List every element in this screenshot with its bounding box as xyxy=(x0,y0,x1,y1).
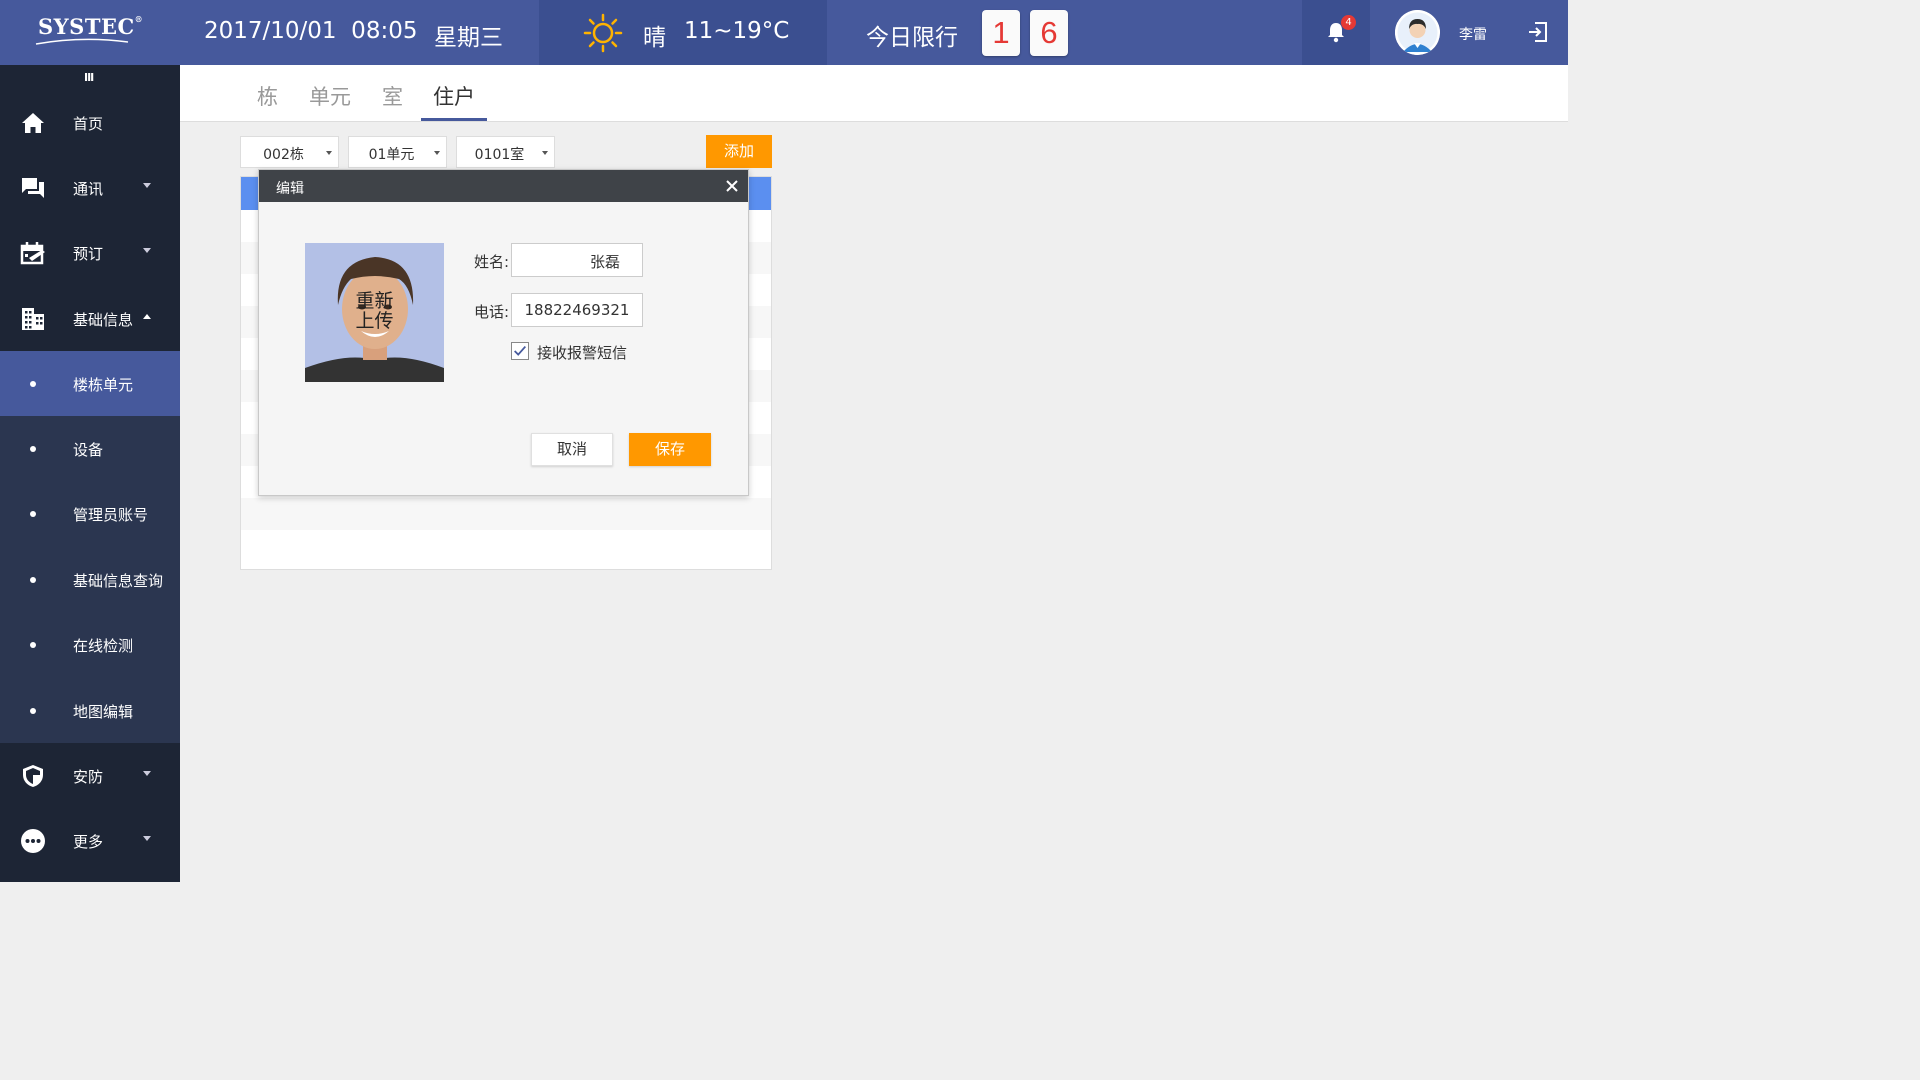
table-row[interactable] xyxy=(241,498,771,530)
cancel-button[interactable]: 取消 xyxy=(531,433,613,466)
limit-number-1: 1 xyxy=(982,10,1020,56)
sun-icon xyxy=(583,13,623,53)
chevron-down-icon xyxy=(143,183,151,188)
tab-resident[interactable]: 住户 xyxy=(433,81,475,111)
logout-icon[interactable] xyxy=(1526,20,1550,44)
phone-field[interactable]: 18822469321 xyxy=(511,293,643,327)
bullet-icon xyxy=(30,708,36,714)
dropdown-arrow-icon xyxy=(434,151,440,155)
save-button[interactable]: 保存 xyxy=(629,433,711,466)
bullet-icon xyxy=(30,642,36,648)
datetime: 2017/10/01 08:05 xyxy=(204,18,418,44)
sidebar-item-more[interactable]: 更多 xyxy=(0,808,180,873)
sidebar-item-label: 通讯 xyxy=(73,180,104,198)
active-tab-indicator xyxy=(421,118,487,121)
logo: SYSTEC® xyxy=(38,14,144,39)
bullet-icon xyxy=(30,446,36,452)
avatar[interactable] xyxy=(1395,10,1440,55)
sidebar-item-label: 基础信息 xyxy=(73,311,134,329)
sidebar-subitem-building-unit[interactable]: 楼栋单元 xyxy=(0,351,180,416)
dialog-header: 编辑 xyxy=(259,170,748,202)
weather-condition: 晴 xyxy=(643,25,666,51)
weather-panel: 晴 11~19°C xyxy=(539,0,827,65)
sidebar-subitem-device[interactable]: 设备 xyxy=(0,416,180,481)
tab-building[interactable]: 栋 xyxy=(257,81,278,111)
sidebar-item-label: 安防 xyxy=(73,768,104,786)
tab-unit[interactable]: 单元 xyxy=(309,81,351,111)
chevron-up-icon xyxy=(143,314,151,319)
unit-select-value: 01单元 xyxy=(368,147,415,163)
sidebar-subitem-label: 在线检测 xyxy=(73,637,134,655)
sidebar-subitem-label: 楼栋单元 xyxy=(73,376,134,394)
shield-icon xyxy=(23,765,43,787)
sidebar-item-security[interactable]: 安防 xyxy=(0,743,180,808)
sidebar-subitem-label: 基础信息查询 xyxy=(73,572,164,590)
sidebar-item-home[interactable]: 首页 xyxy=(0,90,180,155)
sidebar-subitem-map-edit[interactable]: 地图编辑 xyxy=(0,678,180,743)
phone-label: 电话: xyxy=(474,303,510,321)
sidebar-item-label: 预订 xyxy=(73,245,104,263)
bullet-icon xyxy=(30,381,36,387)
room-select-value: 0101室 xyxy=(474,147,525,163)
logo-swoosh-icon xyxy=(35,38,129,45)
username[interactable]: 李雷 xyxy=(1459,24,1487,44)
top-bar: SYSTEC® 2017/10/01 08:05 星期三 晴 11~19°C 今… xyxy=(0,0,1568,65)
sidebar: III 首页 通讯 预订 基础信息 楼栋单元 设备 管理员账号 基础信息查询 在… xyxy=(0,65,180,882)
tab-bar: 栋 单元 室 住户 xyxy=(180,65,1568,122)
sidebar-collapse-icon[interactable]: III xyxy=(84,71,94,84)
limit-number-2: 6 xyxy=(1030,10,1068,56)
room-select[interactable]: 0101室 xyxy=(456,136,555,168)
sidebar-item-booking[interactable]: 预订 xyxy=(0,220,180,285)
notification-badge: 4 xyxy=(1341,15,1356,30)
chat-icon xyxy=(22,178,44,198)
sidebar-item-basic-info[interactable]: 基础信息 xyxy=(0,286,180,351)
weekday: 星期三 xyxy=(434,25,503,51)
user-avatar-icon xyxy=(1395,10,1440,55)
name-field[interactable]: 张磊 xyxy=(511,243,643,277)
bullet-icon xyxy=(30,511,36,517)
notification-button[interactable]: 4 xyxy=(1302,0,1370,65)
building-select[interactable]: 002栋 xyxy=(240,136,339,168)
weather-temperature: 11~19°C xyxy=(684,18,790,44)
tab-room[interactable]: 室 xyxy=(382,81,403,111)
calendar-icon xyxy=(20,242,45,265)
close-icon[interactable] xyxy=(724,178,740,194)
reupload-label[interactable]: 重新 上传 xyxy=(305,291,444,331)
sidebar-item-label: 更多 xyxy=(73,833,104,851)
unit-select[interactable]: 01单元 xyxy=(348,136,447,168)
dialog-title: 编辑 xyxy=(276,181,304,197)
more-icon xyxy=(21,829,45,853)
sidebar-subitem-label: 管理员账号 xyxy=(73,506,149,524)
building-icon xyxy=(22,308,44,330)
add-button[interactable]: 添加 xyxy=(706,135,772,168)
sms-alert-checkbox[interactable] xyxy=(511,342,529,360)
resident-photo[interactable]: 重新 上传 xyxy=(305,243,444,382)
bullet-icon xyxy=(30,577,36,583)
checkmark-icon xyxy=(514,345,526,356)
edit-dialog: 编辑 重新 上传 姓名: 张磊 电话: 18822469321 接收报警短信 取… xyxy=(258,169,749,496)
sidebar-subitem-info-query[interactable]: 基础信息查询 xyxy=(0,547,180,612)
dropdown-arrow-icon xyxy=(326,151,332,155)
sidebar-item-communication[interactable]: 通讯 xyxy=(0,155,180,220)
sidebar-subitem-label: 设备 xyxy=(73,441,104,459)
building-select-value: 002栋 xyxy=(263,147,304,163)
home-icon xyxy=(22,113,44,133)
sidebar-subitem-online-check[interactable]: 在线检测 xyxy=(0,612,180,677)
sidebar-item-label: 首页 xyxy=(73,115,104,133)
chevron-down-icon xyxy=(143,836,151,841)
chevron-down-icon xyxy=(143,771,151,776)
chevron-down-icon xyxy=(143,248,151,253)
name-label: 姓名: xyxy=(474,253,510,271)
sms-alert-label[interactable]: 接收报警短信 xyxy=(537,342,627,363)
sidebar-submenu: 楼栋单元 设备 管理员账号 基础信息查询 在线检测 地图编辑 xyxy=(0,351,180,743)
sidebar-subitem-label: 地图编辑 xyxy=(73,703,134,721)
sidebar-subitem-admin-account[interactable]: 管理员账号 xyxy=(0,481,180,546)
traffic-limit-label: 今日限行 xyxy=(866,25,958,51)
dropdown-arrow-icon xyxy=(542,151,548,155)
